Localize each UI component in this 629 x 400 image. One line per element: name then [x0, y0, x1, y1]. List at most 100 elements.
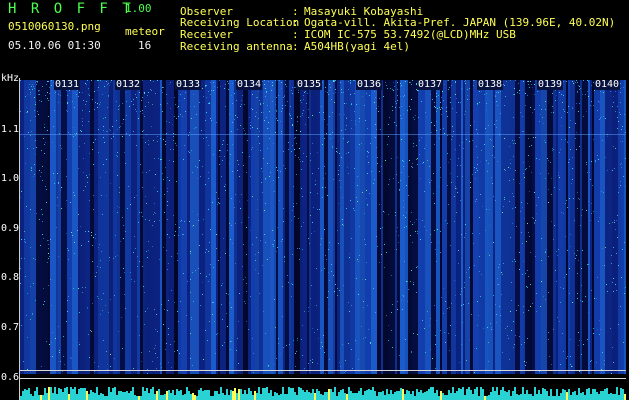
noise-speck [477, 157, 478, 158]
noise-speck [305, 124, 306, 125]
noise-speck [214, 321, 215, 322]
noise-speck [373, 288, 374, 289]
noise-speck [430, 234, 431, 235]
noise-speck [424, 226, 425, 227]
noise-speck [594, 298, 595, 299]
noise-speck [163, 179, 164, 180]
noise-speck [89, 153, 90, 154]
noise-speck [103, 118, 104, 119]
power-bar [340, 390, 342, 400]
noise-speck [31, 131, 32, 132]
noise-speck [251, 149, 252, 150]
noise-speck [454, 280, 455, 281]
power-bar [350, 391, 352, 400]
noise-speck [71, 358, 72, 359]
noise-speck [146, 251, 147, 252]
noise-speck [469, 141, 470, 142]
noise-speck [222, 160, 223, 161]
noise-speck [396, 174, 397, 175]
noise-speck [540, 173, 541, 174]
noise-speck [465, 80, 466, 81]
power-bar [432, 387, 434, 400]
noise-speck [431, 132, 432, 133]
noise-speck [197, 167, 198, 168]
noise-speck [343, 138, 344, 139]
noise-speck [107, 131, 108, 132]
power-bar [56, 394, 58, 400]
noise-speck [578, 332, 579, 333]
noise-speck [606, 284, 607, 285]
noise-speck [126, 92, 127, 93]
power-bar [278, 395, 280, 400]
noise-speck [552, 93, 553, 94]
noise-speck [231, 341, 232, 342]
power-bar [200, 388, 202, 400]
noise-speck [488, 361, 489, 362]
noise-speck [374, 91, 375, 92]
noise-speck [613, 362, 614, 363]
noise-speck [312, 362, 313, 363]
noise-speck [122, 136, 123, 137]
noise-speck [184, 145, 185, 146]
info-key: Receiving Location [180, 16, 300, 29]
power-bar [508, 390, 510, 400]
noise-speck [419, 154, 420, 155]
noise-speck [39, 90, 40, 91]
noise-speck [42, 86, 43, 87]
noise-speck [154, 221, 155, 222]
noise-speck [611, 373, 612, 374]
power-bar [458, 388, 460, 400]
noise-speck [423, 162, 424, 163]
noise-speck [225, 84, 226, 85]
noise-speck [599, 320, 600, 321]
noise-speck [436, 130, 437, 131]
noise-speck [295, 155, 296, 156]
power-bar [294, 392, 296, 400]
noise-speck [103, 126, 104, 127]
noise-speck [525, 105, 526, 106]
noise-speck [92, 245, 93, 246]
noise-speck [213, 154, 214, 155]
noise-speck [327, 124, 328, 125]
noise-speck [475, 172, 476, 173]
noise-speck [359, 121, 360, 122]
noise-speck [144, 92, 145, 93]
noise-speck [207, 140, 208, 141]
noise-speck [400, 115, 401, 116]
noise-speck [116, 120, 117, 121]
spectrogram-streak [125, 80, 131, 374]
noise-speck [403, 166, 404, 167]
noise-speck [231, 225, 232, 226]
noise-speck [510, 163, 511, 164]
noise-speck [177, 311, 178, 312]
noise-speck [222, 345, 223, 346]
noise-speck [307, 93, 308, 94]
noise-speck [504, 199, 505, 200]
noise-speck [33, 86, 34, 87]
noise-speck [329, 359, 330, 360]
noise-speck [350, 80, 351, 81]
noise-speck [209, 103, 210, 104]
spectrogram-streak [268, 80, 270, 374]
noise-speck [276, 110, 277, 111]
noise-speck [94, 109, 95, 110]
noise-speck [145, 219, 146, 220]
noise-speck [591, 101, 592, 102]
noise-speck [464, 287, 465, 288]
time-tick-label: 0139 [537, 79, 564, 90]
power-bar [386, 389, 388, 400]
noise-speck [176, 145, 177, 146]
noise-speck [350, 82, 351, 83]
noise-speck [441, 297, 442, 298]
noise-speck [402, 160, 403, 161]
noise-speck [220, 86, 221, 87]
noise-speck [270, 172, 271, 173]
noise-speck [236, 350, 237, 351]
noise-speck [117, 255, 118, 256]
noise-speck [403, 207, 404, 208]
noise-speck [288, 149, 289, 150]
spectrogram-streak [78, 80, 80, 374]
noise-speck [157, 141, 158, 142]
noise-speck [430, 318, 431, 319]
noise-speck [81, 131, 82, 132]
